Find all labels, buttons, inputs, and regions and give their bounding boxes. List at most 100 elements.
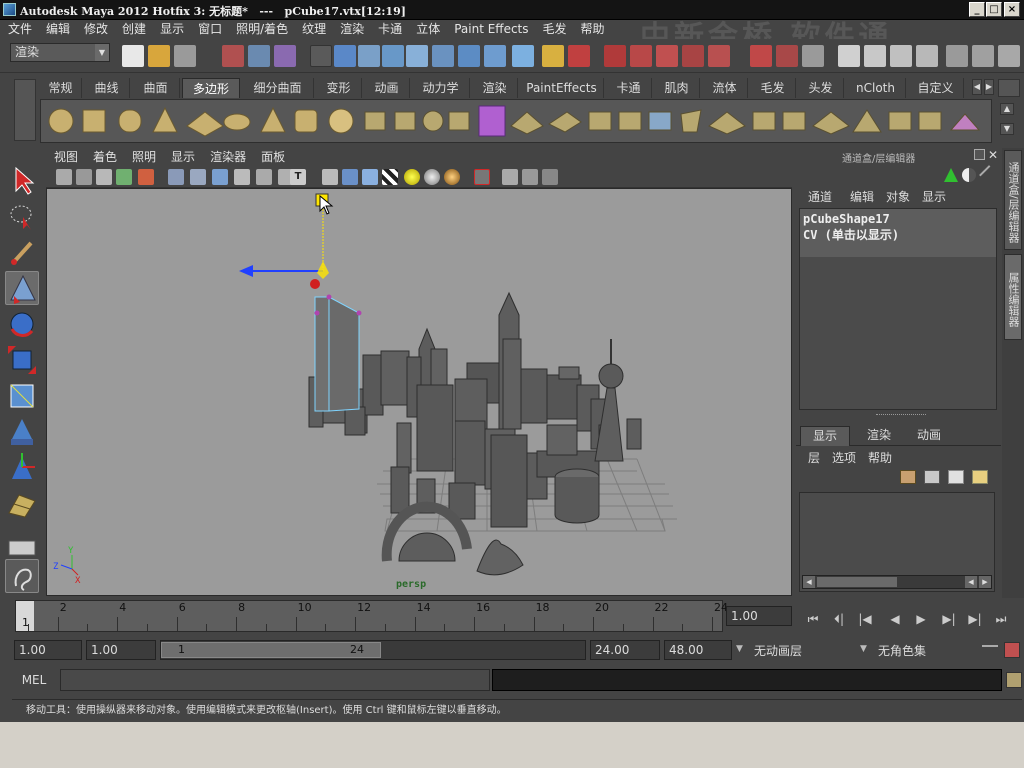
shape-node-name[interactable]: pCubeShape17 bbox=[803, 212, 993, 226]
snap-to-view-plane-icon[interactable] bbox=[682, 45, 704, 67]
character-set-chevron-icon[interactable]: ▼ bbox=[860, 644, 867, 654]
viewport-menu-shading[interactable]: 着色 bbox=[93, 148, 117, 167]
render-current-frame-icon[interactable] bbox=[864, 45, 886, 67]
tool-settings-toggle-icon[interactable] bbox=[972, 45, 994, 67]
cv-toggle[interactable]: CV (单击以显示) bbox=[803, 226, 993, 243]
play-forwards-button[interactable]: ▶ bbox=[910, 610, 932, 628]
scroll-right-icon[interactable]: ◀ bbox=[965, 576, 977, 588]
xray-components-icon[interactable] bbox=[542, 169, 558, 185]
shelf-tab-painteffects[interactable]: PaintEffects bbox=[520, 78, 604, 98]
shelf-tab-polygons[interactable]: 多边形 bbox=[182, 78, 240, 98]
shelf-tab-subdivs[interactable]: 细分曲面 bbox=[242, 78, 314, 98]
playback-start-field[interactable]: 1.00 bbox=[86, 640, 156, 660]
shelf-scroll-left-icon[interactable]: ◀ bbox=[972, 79, 982, 95]
menu-lighting-shading[interactable]: 照明/着色 bbox=[229, 20, 295, 39]
select-misc-icon[interactable] bbox=[512, 45, 534, 67]
wireframe-icon[interactable] bbox=[322, 169, 338, 185]
lock-selection-icon[interactable] bbox=[542, 45, 564, 67]
range-slider[interactable]: 1 24 bbox=[160, 640, 586, 660]
shelf-tab-dynamics[interactable]: 动力学 bbox=[412, 78, 470, 98]
current-time-field[interactable]: 1.00 bbox=[726, 606, 792, 626]
layout-single-pane[interactable] bbox=[5, 539, 39, 557]
soft-modification-tool[interactable] bbox=[5, 415, 39, 449]
command-language-toggle[interactable]: MEL bbox=[12, 670, 56, 690]
character-set-dropdown[interactable]: 无角色集 bbox=[878, 641, 978, 661]
rotate-tool[interactable] bbox=[5, 307, 39, 341]
menu-file[interactable]: 文件 bbox=[0, 20, 39, 39]
grease-pencil-icon[interactable] bbox=[138, 169, 154, 185]
paint-select-tool[interactable] bbox=[5, 235, 39, 269]
gate-mask-icon[interactable] bbox=[234, 169, 250, 185]
command-input[interactable] bbox=[60, 669, 490, 691]
xray-joints-icon[interactable] bbox=[522, 169, 538, 185]
step-back-key-button[interactable]: |◀ bbox=[854, 610, 876, 628]
step-back-frame-button[interactable]: ⏴| bbox=[828, 610, 850, 628]
last-used-tool[interactable] bbox=[5, 487, 39, 521]
render-settings-icon[interactable] bbox=[916, 45, 938, 67]
layer-tab-animation[interactable]: 动画 bbox=[904, 426, 954, 446]
shelf-scroll-down-icon[interactable]: ▼ bbox=[1000, 123, 1014, 135]
auto-key-icon[interactable] bbox=[982, 645, 998, 655]
script-editor-icon[interactable] bbox=[1006, 672, 1022, 688]
display-toggle-icon[interactable] bbox=[962, 168, 976, 182]
shelf-tab-curves[interactable]: 曲线 bbox=[84, 78, 130, 98]
channel-menu-edit[interactable]: 编辑 bbox=[844, 188, 880, 207]
menu-display[interactable]: 显示 bbox=[153, 20, 191, 39]
range-slider-bar[interactable]: 1 24 bbox=[161, 642, 381, 658]
layer-menu-help[interactable]: 帮助 bbox=[862, 449, 898, 466]
film-gate-icon[interactable] bbox=[190, 169, 206, 185]
viewport-menu-view[interactable]: 视图 bbox=[54, 148, 78, 167]
selection-mask-icon[interactable] bbox=[310, 45, 332, 67]
high-quality-icon[interactable] bbox=[444, 169, 460, 185]
play-backwards-button[interactable]: ◀ bbox=[884, 610, 906, 628]
select-joints-icon[interactable] bbox=[358, 45, 380, 67]
viewport-menu-panels[interactable]: 面板 bbox=[261, 148, 285, 167]
snap-to-point-icon[interactable] bbox=[656, 45, 678, 67]
side-tab-attribute-editor[interactable]: 属性编辑器 bbox=[1004, 254, 1022, 340]
save-scene-icon[interactable] bbox=[174, 45, 196, 67]
resolution-gate-icon[interactable] bbox=[212, 169, 228, 185]
scroll-left-icon[interactable]: ◀ bbox=[803, 576, 815, 588]
menu-render[interactable]: 渲染 bbox=[333, 20, 371, 39]
two-d-pan-zoom-icon[interactable] bbox=[116, 169, 132, 185]
axis-orient-icon[interactable] bbox=[944, 168, 958, 182]
safe-title-icon[interactable]: T bbox=[290, 169, 306, 185]
render-view-icon[interactable] bbox=[838, 45, 860, 67]
splitter-handle[interactable] bbox=[876, 414, 926, 418]
shelf-tab-ncloth[interactable]: nCloth bbox=[846, 78, 906, 98]
select-rendering-icon[interactable] bbox=[484, 45, 506, 67]
scale-tool[interactable] bbox=[5, 343, 39, 377]
side-tab-channel-box[interactable]: 通道盒/层编辑器 bbox=[1004, 150, 1022, 250]
menu-create[interactable]: 创建 bbox=[115, 20, 153, 39]
select-tool[interactable] bbox=[5, 163, 39, 197]
scroll-right-end-icon[interactable]: ▶ bbox=[979, 576, 991, 588]
make-live-icon[interactable] bbox=[708, 45, 730, 67]
new-layer-icon[interactable] bbox=[900, 470, 916, 484]
go-to-end-button[interactable]: ⏭ bbox=[990, 610, 1012, 628]
menu-set-dropdown[interactable]: 渲染 ▼ bbox=[10, 43, 110, 62]
input-operations-icon[interactable] bbox=[750, 45, 772, 67]
step-forward-key-button[interactable]: ▶| bbox=[938, 610, 960, 628]
smooth-shade-icon[interactable] bbox=[342, 169, 358, 185]
xray-icon[interactable] bbox=[502, 169, 518, 185]
menu-paint-effects[interactable]: Paint Effects bbox=[447, 20, 535, 39]
shelf-tab-toon[interactable]: 卡通 bbox=[606, 78, 652, 98]
layer-menu-options[interactable]: 选项 bbox=[826, 449, 862, 466]
menu-modify[interactable]: 修改 bbox=[77, 20, 115, 39]
quick-layout-button[interactable] bbox=[5, 559, 39, 593]
universal-manipulator-tool[interactable] bbox=[5, 379, 39, 413]
construction-history-icon[interactable] bbox=[802, 45, 824, 67]
time-slider[interactable]: 1 2 4 6 8 10 12 14 16 18 20 22 24 bbox=[15, 600, 728, 632]
select-hierarchy-icon[interactable] bbox=[222, 45, 244, 67]
scene-canvas[interactable]: Y Z X persp bbox=[47, 189, 792, 596]
float-panel-icon[interactable] bbox=[974, 149, 985, 160]
select-deformations-icon[interactable] bbox=[432, 45, 454, 67]
snap-to-grid-icon[interactable] bbox=[604, 45, 626, 67]
grid-icon[interactable] bbox=[168, 169, 184, 185]
open-scene-icon[interactable] bbox=[148, 45, 170, 67]
layer-list[interactable]: ◀ ◀ ▶ bbox=[799, 492, 995, 592]
bookmark-icon[interactable] bbox=[76, 169, 92, 185]
viewport-menu-renderer[interactable]: 渲染器 bbox=[210, 148, 246, 167]
shelf-tab-muscle[interactable]: 肌肉 bbox=[654, 78, 700, 98]
ipr-render-icon[interactable] bbox=[890, 45, 912, 67]
